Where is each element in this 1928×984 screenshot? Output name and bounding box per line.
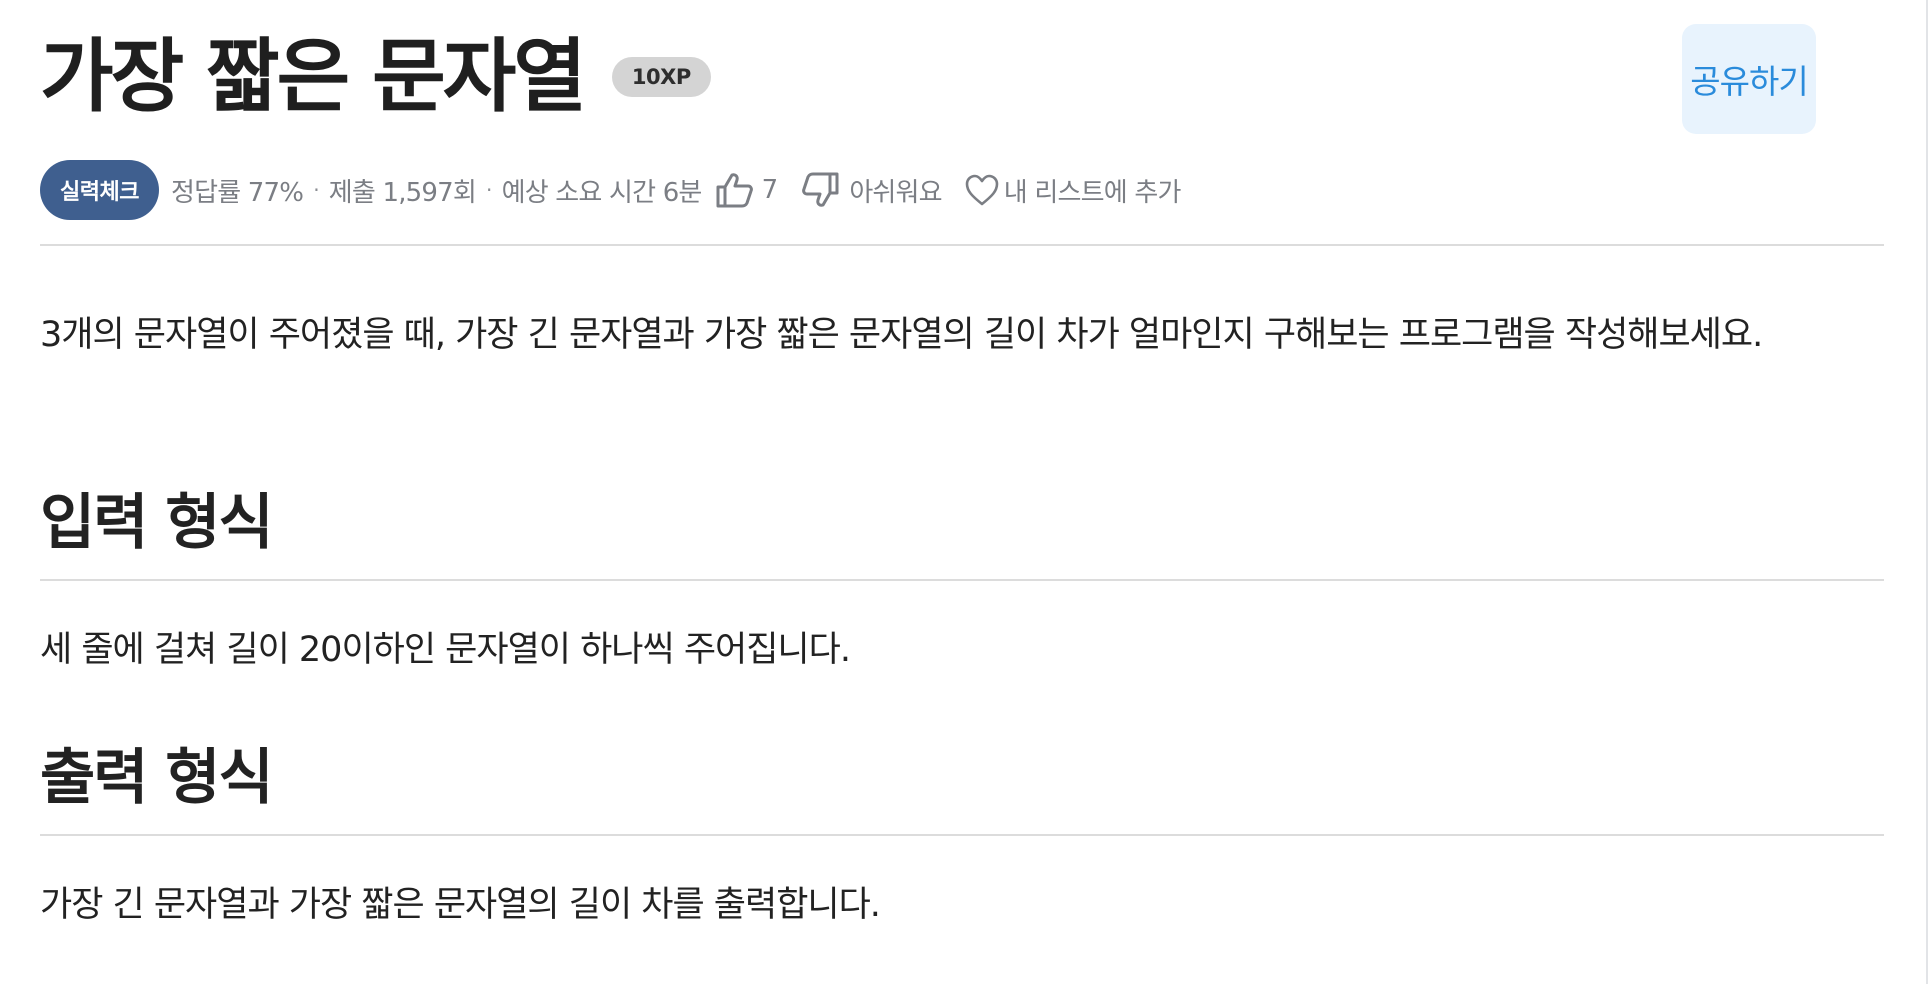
input-format-text: 세 줄에 걸쳐 길이 20이하인 문자열이 하나씩 주어집니다. <box>40 630 851 670</box>
share-button[interactable]: 공유하기 <box>1682 24 1816 134</box>
accuracy-rate: 정답률 77% <box>170 177 304 208</box>
header-divider <box>40 244 1884 246</box>
xp-badge: 10XP <box>611 57 711 97</box>
thumbs-up-icon <box>714 171 754 209</box>
output-format-heading: 출력 형식 <box>40 743 274 813</box>
add-to-list-button[interactable]: 내 리스트에 추가 <box>964 172 1181 209</box>
output-section-divider <box>40 834 1884 836</box>
meta-separator: · <box>486 178 492 202</box>
add-to-list-label: 내 리스트에 추가 <box>1003 177 1182 208</box>
problem-header: 가장 짧은 문자열 10XP <box>40 22 711 132</box>
estimated-time: 예상 소요 시간 6분 <box>501 177 703 208</box>
heart-icon <box>964 173 1000 207</box>
level-badge: 실력체크 <box>40 160 159 220</box>
input-format-heading: 입력 형식 <box>40 488 274 558</box>
dislike-label: 아쉬워요 <box>849 177 942 208</box>
problem-description: 3개의 문자열이 주어졌을 때, 가장 긴 문자열과 가장 짧은 문자열의 길이… <box>40 315 1763 355</box>
output-format-text: 가장 긴 문자열과 가장 짧은 문자열의 길이 차를 출력합니다. <box>40 885 881 925</box>
problem-meta-row: 실력체크 정답률 77% · 제출 1,597회 · 예상 소요 시간 6분 7… <box>40 160 1181 220</box>
problem-title: 가장 짧은 문자열 <box>40 30 587 123</box>
like-button[interactable]: 7 <box>714 171 778 209</box>
dislike-button[interactable]: 아쉬워요 <box>801 171 943 209</box>
thumbs-down-icon <box>801 171 841 209</box>
input-section-divider <box>40 579 1884 581</box>
like-count: 7 <box>761 175 779 205</box>
submission-count: 제출 1,597회 <box>328 177 477 208</box>
problem-page: 가장 짧은 문자열 10XP 공유하기 실력체크 정답률 77% · 제출 1,… <box>0 0 1928 984</box>
meta-separator: · <box>313 178 319 202</box>
